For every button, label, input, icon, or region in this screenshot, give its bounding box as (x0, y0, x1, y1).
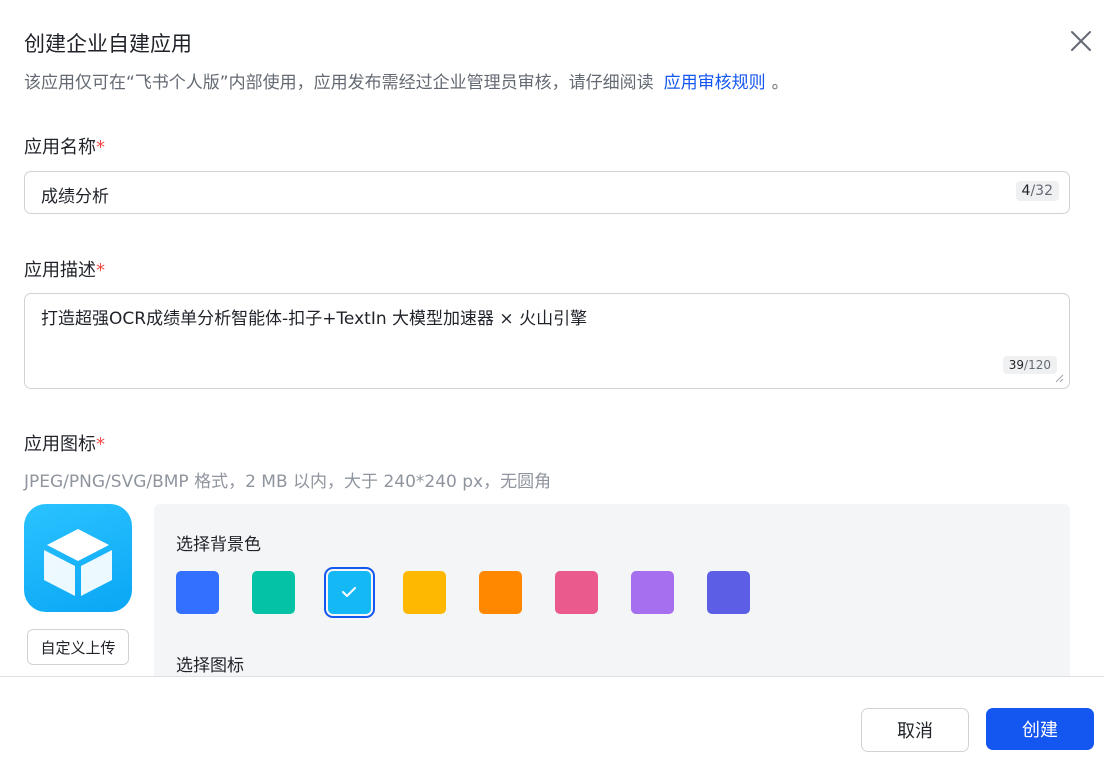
app-desc-value: 打造超强OCR成绩单分析智能体-扣子+TextIn 大模型加速器 × 火山引擎 (41, 309, 588, 329)
color-swatch[interactable] (707, 571, 750, 614)
app-desc-max: /120 (1024, 358, 1051, 372)
color-swatch[interactable] (479, 571, 522, 614)
resize-handle-icon[interactable] (1055, 374, 1064, 383)
color-swatch[interactable] (252, 571, 295, 614)
icon-format-hint: JPEG/PNG/SVG/BMP 格式，2 MB 以内，大于 240*240 p… (24, 472, 552, 492)
check-icon (342, 587, 356, 597)
color-swatch[interactable] (176, 571, 219, 614)
app-desc-textarea[interactable]: 打造超强OCR成绩单分析智能体-扣子+TextIn 大模型加速器 × 火山引擎 … (24, 293, 1070, 389)
color-swatch[interactable] (324, 567, 375, 618)
required-mark: * (96, 137, 105, 158)
app-name-counter: 4/32 (1015, 181, 1059, 201)
required-mark: * (96, 260, 105, 281)
color-swatch[interactable] (631, 571, 674, 614)
app-desc-label: 应用描述* (24, 256, 105, 282)
app-desc-count: 39 (1008, 358, 1025, 372)
app-name-label: 应用名称* (24, 133, 105, 159)
app-icon-label-text: 应用图标 (24, 434, 96, 455)
icon-select-label: 选择图标 (176, 656, 244, 676)
cancel-button[interactable]: 取消 (861, 708, 969, 752)
app-name-label-text: 应用名称 (24, 137, 96, 158)
app-icon-label: 应用图标* (24, 430, 105, 456)
bg-color-label: 选择背景色 (176, 535, 261, 555)
footer-divider (0, 676, 1104, 677)
app-icon-preview (24, 504, 132, 612)
color-swatch[interactable] (555, 571, 598, 614)
app-desc-counter: 39/120 (1002, 356, 1057, 374)
custom-upload-button[interactable]: 自定义上传 (27, 629, 129, 665)
dialog-title: 创建企业自建应用 (24, 32, 192, 56)
app-desc-label-text: 应用描述 (24, 260, 96, 281)
dialog-subtitle: 该应用仅可在“飞书个人版”内部使用，应用发布需经过企业管理员审核，请仔细阅读 应用… (24, 68, 789, 93)
cube-icon (44, 529, 112, 596)
create-button[interactable]: 创建 (986, 708, 1094, 750)
icon-style-panel: 选择背景色 选择图标 (154, 504, 1070, 676)
color-swatch[interactable] (403, 571, 446, 614)
required-mark: * (96, 434, 105, 455)
subtitle-tail: 。 (771, 73, 789, 93)
close-icon[interactable] (1066, 26, 1096, 56)
app-name-max: /32 (1030, 183, 1053, 199)
subtitle-text: 该应用仅可在“飞书个人版”内部使用，应用发布需经过企业管理员审核，请仔细阅读 (24, 73, 654, 93)
app-name-value: 成绩分析 (41, 187, 109, 207)
app-name-input[interactable]: 成绩分析 4/32 (24, 171, 1070, 214)
review-rules-link[interactable]: 应用审核规则 (664, 73, 766, 93)
